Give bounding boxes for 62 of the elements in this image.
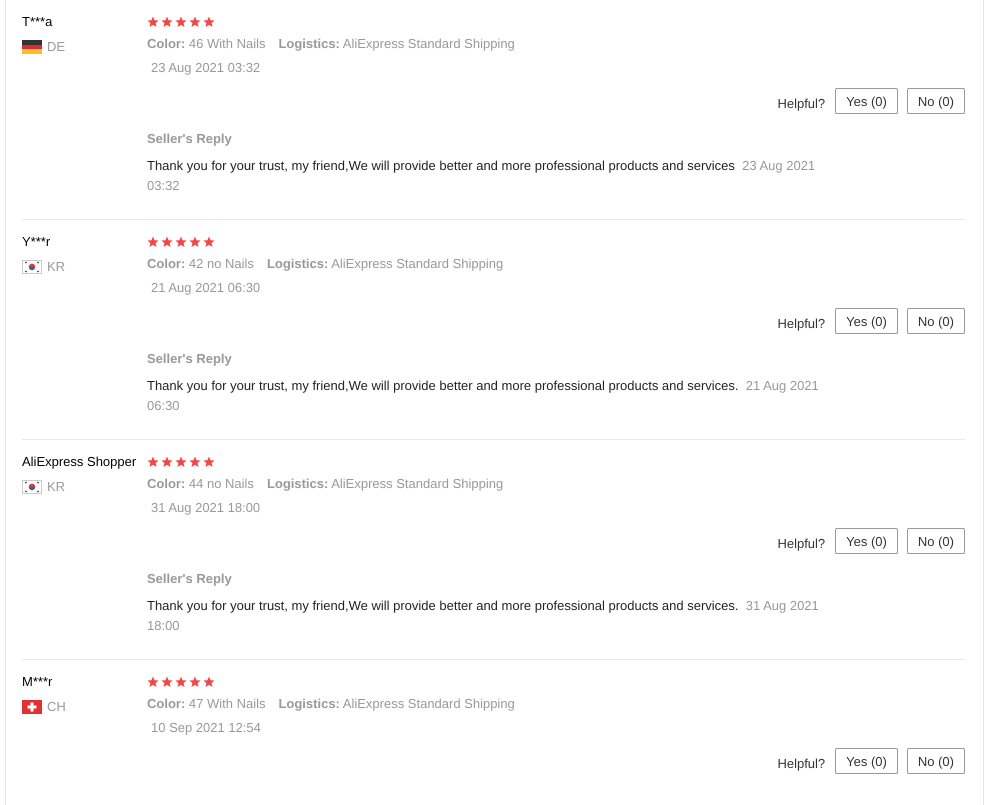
no-button[interactable]: No (0)	[906, 88, 965, 114]
logistics-info: Logistics: AliExpress Standard Shipping	[266, 256, 504, 271]
review-date: 23 Aug 2021 03:32	[151, 60, 260, 75]
flag-icon	[22, 40, 42, 54]
seller-reply-text: Thank you for your trust, my friend,We will provide better and more professional products and services. 21 Aug 2021 06:30	[147, 377, 819, 415]
star-icon	[189, 676, 201, 688]
flag-icon	[22, 700, 42, 714]
logistics-info: Logistics: AliExpress Standard Shipping	[278, 36, 515, 51]
seller-reply-text: Thank you for your trust, my friend,We will provide better and more professional products and services. 31 Aug 2021 18:00	[147, 597, 819, 635]
seller-reply-text: Thank you for your trust, my friend,We will provide better and more professional products and services 23 Aug 2021 03:32	[147, 157, 816, 195]
color-info: Color: 47 With Nails	[147, 696, 266, 711]
star-icon	[161, 236, 173, 248]
color-info: Color: 42 no Nails	[147, 256, 254, 271]
star-icon	[189, 16, 201, 28]
flag-icon	[22, 260, 42, 274]
helpful-label: Helpful?	[777, 96, 826, 110]
star-icon	[161, 16, 173, 28]
yes-button[interactable]: Yes (0)	[835, 748, 898, 774]
star-icon	[161, 676, 173, 688]
logistics-info: Logistics: AliExpress Standard Shipping	[278, 696, 515, 711]
country-code: CH	[47, 699, 66, 714]
no-button[interactable]: No (0)	[906, 528, 965, 554]
star-icon	[175, 456, 187, 468]
star-icon	[203, 236, 215, 248]
helpful-label: Helpful?	[777, 536, 826, 550]
star-icon	[189, 456, 201, 468]
flag-icon	[22, 480, 42, 494]
star-icon	[203, 456, 215, 468]
no-button[interactable]: No (0)	[906, 748, 965, 774]
review-date: 21 Aug 2021 06:30	[151, 280, 260, 295]
star-icon	[161, 456, 173, 468]
helpful-label: Helpful?	[777, 316, 826, 330]
star-icon	[203, 16, 215, 28]
reviewer-name: AliExpress Shopper	[22, 454, 138, 469]
reviewer-name: T***a	[22, 14, 54, 29]
star-icon	[147, 236, 159, 248]
country-code: DE	[47, 39, 66, 54]
star-icon	[175, 676, 187, 688]
helpful-label: Helpful?	[777, 756, 826, 770]
yes-button[interactable]: Yes (0)	[835, 88, 898, 114]
color-info: Color: 44 no Nails	[147, 476, 254, 491]
review-date: 10 Sep 2021 12:54	[151, 720, 261, 735]
star-icon	[175, 16, 187, 28]
star-icon	[147, 456, 159, 468]
seller-reply-title: Seller's Reply	[147, 571, 232, 586]
star-icon	[203, 676, 215, 688]
seller-reply-title: Seller's Reply	[147, 131, 232, 146]
star-icon	[147, 16, 159, 28]
reviewer-name: M***r	[22, 674, 54, 689]
yes-button[interactable]: Yes (0)	[835, 528, 898, 554]
reviewer-name: Y***r	[22, 234, 52, 249]
seller-reply-title: Seller's Reply	[147, 351, 232, 366]
color-info: Color: 46 With Nails	[147, 36, 266, 51]
country-code: KR	[47, 479, 66, 494]
review-date: 31 Aug 2021 18:00	[151, 500, 260, 515]
star-icon	[175, 236, 187, 248]
country-code: KR	[47, 259, 66, 274]
star-icon	[147, 676, 159, 688]
logistics-info: Logistics: AliExpress Standard Shipping	[266, 476, 504, 491]
star-icon	[189, 236, 201, 248]
no-button[interactable]: No (0)	[906, 308, 965, 334]
yes-button[interactable]: Yes (0)	[835, 308, 898, 334]
